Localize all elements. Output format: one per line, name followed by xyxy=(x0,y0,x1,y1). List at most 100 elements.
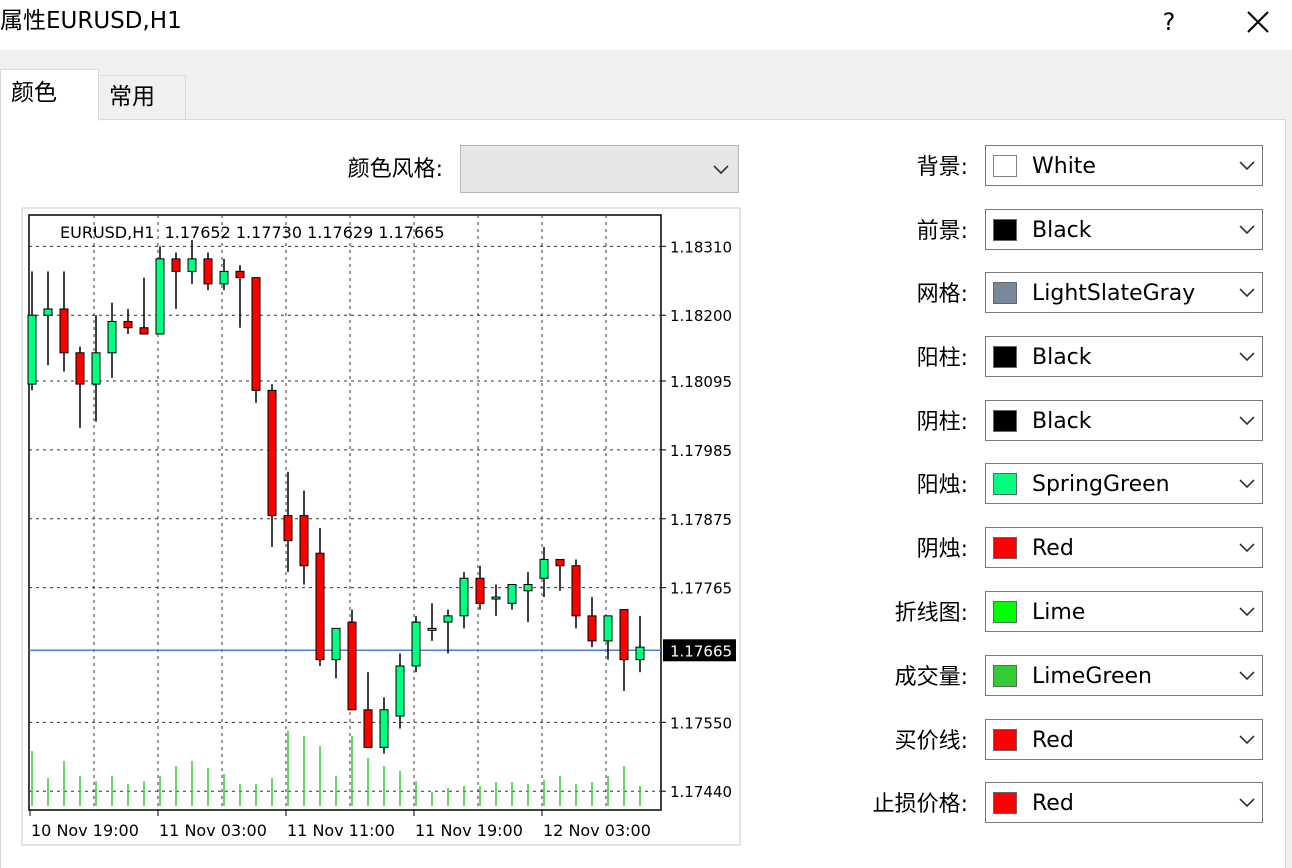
tab-colors[interactable]: 颜色 xyxy=(0,69,99,121)
candle-body xyxy=(348,622,356,710)
candle-body xyxy=(428,628,436,630)
candle-body xyxy=(332,628,340,659)
candle-body xyxy=(620,610,628,660)
volume-label: 成交量: xyxy=(820,663,968,693)
candle-body xyxy=(188,259,196,272)
candle-body xyxy=(108,321,116,352)
color-value: Lime xyxy=(1032,598,1232,628)
color-scheme-label: 颜色风格: xyxy=(300,155,443,185)
x-tick-label: 10 Nov 19:00 xyxy=(31,821,139,840)
candle-body xyxy=(300,516,308,566)
candle-body xyxy=(44,309,52,315)
candle-body xyxy=(140,328,148,334)
candle-body xyxy=(220,271,228,284)
chevron-down-icon xyxy=(1238,474,1256,492)
chevron-down-icon xyxy=(1238,411,1256,429)
chevron-down-icon xyxy=(712,160,730,178)
candle-body xyxy=(524,585,532,591)
candle-body xyxy=(316,553,324,659)
title-bar: 属性EURUSD,H1 ? xyxy=(0,0,1292,50)
volume-color-select[interactable]: LimeGreen xyxy=(985,655,1263,696)
y-tick-label: 1.18200 xyxy=(670,307,732,325)
candle-body xyxy=(60,309,68,353)
candle-body xyxy=(92,353,100,384)
ask-line-color-select[interactable]: Red xyxy=(985,719,1263,760)
candle-body xyxy=(556,559,564,565)
bull-candle-color-select[interactable]: SpringGreen xyxy=(985,463,1263,504)
color-value: SpringGreen xyxy=(1032,470,1232,500)
candle-body xyxy=(252,278,260,391)
color-value: Black xyxy=(1032,407,1232,437)
color-value: Black xyxy=(1032,216,1232,246)
bear-candle-label: 阴烛: xyxy=(820,535,968,565)
bear-bar-color-select[interactable]: Black xyxy=(985,400,1263,441)
chevron-down-icon xyxy=(1238,730,1256,748)
color-swatch xyxy=(993,792,1017,814)
line-graph-color-select[interactable]: Lime xyxy=(985,591,1263,632)
color-swatch xyxy=(993,729,1017,751)
y-tick-label: 1.17550 xyxy=(670,714,732,732)
color-swatch xyxy=(993,346,1017,368)
background-label: 背景: xyxy=(820,153,968,183)
x-tick-label: 11 Nov 19:00 xyxy=(415,821,523,840)
background-color-select[interactable]: White xyxy=(985,145,1263,186)
x-tick-label: 11 Nov 11:00 xyxy=(287,821,395,840)
y-tick-label: 1.17440 xyxy=(670,783,732,801)
color-value: LightSlateGray xyxy=(1032,279,1232,309)
candle-body xyxy=(268,390,276,515)
color-swatch xyxy=(993,537,1017,559)
bear-candle-color-select[interactable]: Red xyxy=(985,527,1263,568)
window-title: 属性EURUSD,H1 xyxy=(0,6,182,36)
chevron-down-icon xyxy=(1238,156,1256,174)
color-value: Black xyxy=(1032,343,1232,373)
close-icon xyxy=(1240,4,1276,40)
stop-level-color-select[interactable]: Red xyxy=(985,782,1263,823)
candle-body xyxy=(588,616,596,641)
bull-candle-label: 阳烛: xyxy=(820,471,968,501)
color-swatch xyxy=(993,219,1017,241)
candle-body xyxy=(604,616,612,641)
y-tick-label: 1.18310 xyxy=(670,238,732,256)
help-button[interactable]: ? xyxy=(1152,4,1186,40)
close-button[interactable] xyxy=(1240,4,1276,40)
candle-body xyxy=(204,259,212,284)
candle-body xyxy=(76,353,84,384)
x-tick-label: 11 Nov 03:00 xyxy=(159,821,267,840)
stop-level-label: 止损价格: xyxy=(820,790,968,820)
y-tick-label: 1.18095 xyxy=(670,373,732,391)
color-swatch xyxy=(993,473,1017,495)
y-tick-label: 1.17985 xyxy=(670,442,732,460)
chevron-down-icon xyxy=(1238,538,1256,556)
chevron-down-icon xyxy=(1238,666,1256,684)
y-tick-label: 1.17875 xyxy=(670,511,732,529)
candle-body xyxy=(28,315,36,384)
color-value: White xyxy=(1032,152,1232,182)
color-swatch xyxy=(993,665,1017,687)
line-graph-label: 折线图: xyxy=(820,599,968,629)
y-axis-labels: 1.18310 1.18200 1.18095 1.17985 1.17875 1.177… xyxy=(661,238,732,801)
color-value: LimeGreen xyxy=(1032,662,1232,692)
chart-plot-area xyxy=(29,215,661,810)
candle-body xyxy=(492,597,500,599)
color-scheme-select[interactable] xyxy=(460,145,739,193)
chevron-down-icon xyxy=(1238,347,1256,365)
grid-color-select[interactable]: LightSlateGray xyxy=(985,272,1263,313)
foreground-color-select[interactable]: Black xyxy=(985,209,1263,250)
candle-body xyxy=(412,622,420,666)
candle-body xyxy=(364,710,372,748)
candlestick-chart: 1.18310 1.18200 1.18095 1.17985 1.17875 1.177… xyxy=(22,208,740,845)
color-value: Red xyxy=(1032,534,1232,564)
grid-label: 网格: xyxy=(820,280,968,310)
candle-body xyxy=(508,585,516,604)
candle-body xyxy=(380,710,388,748)
ask-line-label: 买价线: xyxy=(820,727,968,757)
bull-bar-color-select[interactable]: Black xyxy=(985,336,1263,377)
tab-common[interactable]: 常用 xyxy=(98,75,186,119)
candle-body xyxy=(172,259,180,272)
chart-header: EURUSD,H1 1.17652 1.17730 1.17629 1.1766… xyxy=(60,223,445,242)
candle-body xyxy=(476,578,484,603)
y-tick-label: 1.17765 xyxy=(670,580,732,598)
candle-body xyxy=(572,566,580,616)
chevron-down-icon xyxy=(1238,220,1256,238)
color-swatch xyxy=(993,282,1017,304)
